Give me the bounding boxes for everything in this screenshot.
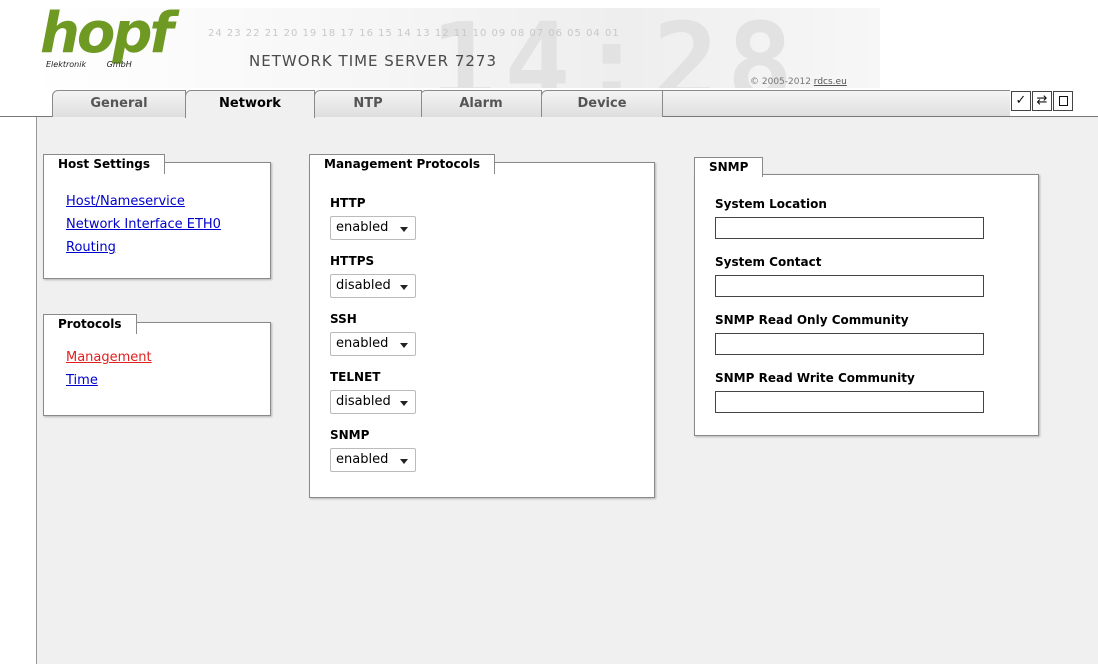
chevron-down-icon	[400, 227, 408, 232]
host-settings-panel: Host/Nameservice Network Interface ETH0 …	[43, 162, 271, 279]
ssh-select-value: enabled	[336, 336, 389, 351]
system-contact-input[interactable]	[715, 275, 984, 297]
http-label: HTTP	[330, 196, 366, 210]
square-glyph	[1058, 96, 1068, 106]
host-settings-title: Host Settings	[43, 154, 165, 174]
copyright: © 2005-2012 rdcs.eu	[750, 77, 847, 87]
https-select-value: disabled	[336, 278, 391, 293]
read-write-community-label: SNMP Read Write Community	[715, 371, 915, 385]
link-routing[interactable]: Routing	[66, 236, 221, 259]
chevron-down-icon	[400, 285, 408, 290]
tab-general[interactable]: General	[52, 90, 186, 117]
hours-strip: 24 23 22 21 20 19 18 17 16 15 14 13 12 1…	[208, 28, 620, 39]
management-field-1: HTTPS disabled	[330, 254, 416, 298]
tab-network[interactable]: Network	[185, 90, 315, 118]
tab-bar: General Alarm Device NTP Network ✓ ⇄	[0, 90, 1098, 118]
product-title: NETWORK TIME SERVER 7273	[249, 52, 498, 70]
host-settings-links: Host/Nameservice Network Interface ETH0 …	[66, 190, 221, 259]
snmp-title: SNMP	[694, 157, 764, 177]
system-location-label: System Location	[715, 197, 827, 211]
ssh-select[interactable]: enabled	[330, 332, 416, 356]
chevron-down-icon	[400, 459, 408, 464]
management-field-0: HTTP enabled	[330, 196, 416, 240]
http-select[interactable]: enabled	[330, 216, 416, 240]
https-label: HTTPS	[330, 254, 375, 268]
refresh-icon[interactable]: ⇄	[1032, 91, 1052, 111]
link-network-interface-eth0[interactable]: Network Interface ETH0	[66, 213, 221, 236]
read-write-community-input[interactable]	[715, 391, 984, 413]
logo-subtext: Elektronik GmbH	[46, 60, 132, 69]
system-location-input[interactable]	[715, 217, 984, 239]
management-protocols-title: Management Protocols	[309, 154, 496, 174]
management-field-4: SNMP enabled	[330, 428, 416, 472]
system-contact-label: System Contact	[715, 255, 822, 269]
management-field-2: SSH enabled	[330, 312, 416, 356]
tab-device[interactable]: Device	[541, 90, 663, 117]
snmp-field-3: SNMP Read Write Community	[715, 371, 984, 413]
snmp-select[interactable]: enabled	[330, 448, 416, 472]
snmp-field-0: System Location	[715, 197, 984, 239]
snmp-select-value: enabled	[336, 452, 389, 467]
tab-alarm[interactable]: Alarm	[420, 90, 542, 117]
snmp-field-2: SNMP Read Only Community	[715, 313, 984, 355]
link-management[interactable]: Management	[66, 346, 152, 369]
snmp-label: SNMP	[330, 428, 370, 442]
content-area: Host/Nameservice Network Interface ETH0 …	[36, 117, 1098, 664]
link-host-nameservice[interactable]: Host/Nameservice	[66, 190, 221, 213]
protocols-panel: Management Time	[43, 322, 271, 416]
copyright-link[interactable]: rdcs.eu	[814, 77, 847, 87]
protocols-links: Management Time	[66, 346, 152, 392]
snmp-panel: System Location System Contact SNMP Read…	[694, 174, 1039, 436]
background-clock: 14:28	[430, 8, 802, 88]
logo-wordmark: hopf	[40, 1, 174, 66]
telnet-select-value: disabled	[336, 394, 391, 409]
hopf-logo: hopf Elektronik GmbH	[38, 6, 174, 78]
telnet-select[interactable]: disabled	[330, 390, 416, 414]
tab-ntp[interactable]: NTP	[314, 90, 422, 117]
check-icon[interactable]: ✓	[1011, 91, 1031, 111]
header: 14:28 24 23 22 21 20 19 18 17 16 15 14 1…	[0, 0, 1098, 90]
https-select[interactable]: disabled	[330, 274, 416, 298]
management-field-3: TELNET disabled	[330, 370, 416, 414]
snmp-field-1: System Contact	[715, 255, 984, 297]
management-protocols-panel: HTTP enabled HTTPS disabled SSH enabled …	[309, 162, 655, 498]
protocols-title: Protocols	[43, 314, 137, 334]
chevron-down-icon	[400, 343, 408, 348]
read-only-community-input[interactable]	[715, 333, 984, 355]
tab-bar-filler	[640, 90, 1010, 117]
chevron-down-icon	[400, 401, 408, 406]
http-select-value: enabled	[336, 220, 389, 235]
action-buttons: ✓ ⇄	[1011, 91, 1073, 111]
square-icon[interactable]	[1053, 91, 1073, 111]
telnet-label: TELNET	[330, 370, 381, 384]
read-only-community-label: SNMP Read Only Community	[715, 313, 909, 327]
copyright-text: © 2005-2012	[750, 77, 814, 87]
link-time[interactable]: Time	[66, 369, 152, 392]
ssh-label: SSH	[330, 312, 357, 326]
